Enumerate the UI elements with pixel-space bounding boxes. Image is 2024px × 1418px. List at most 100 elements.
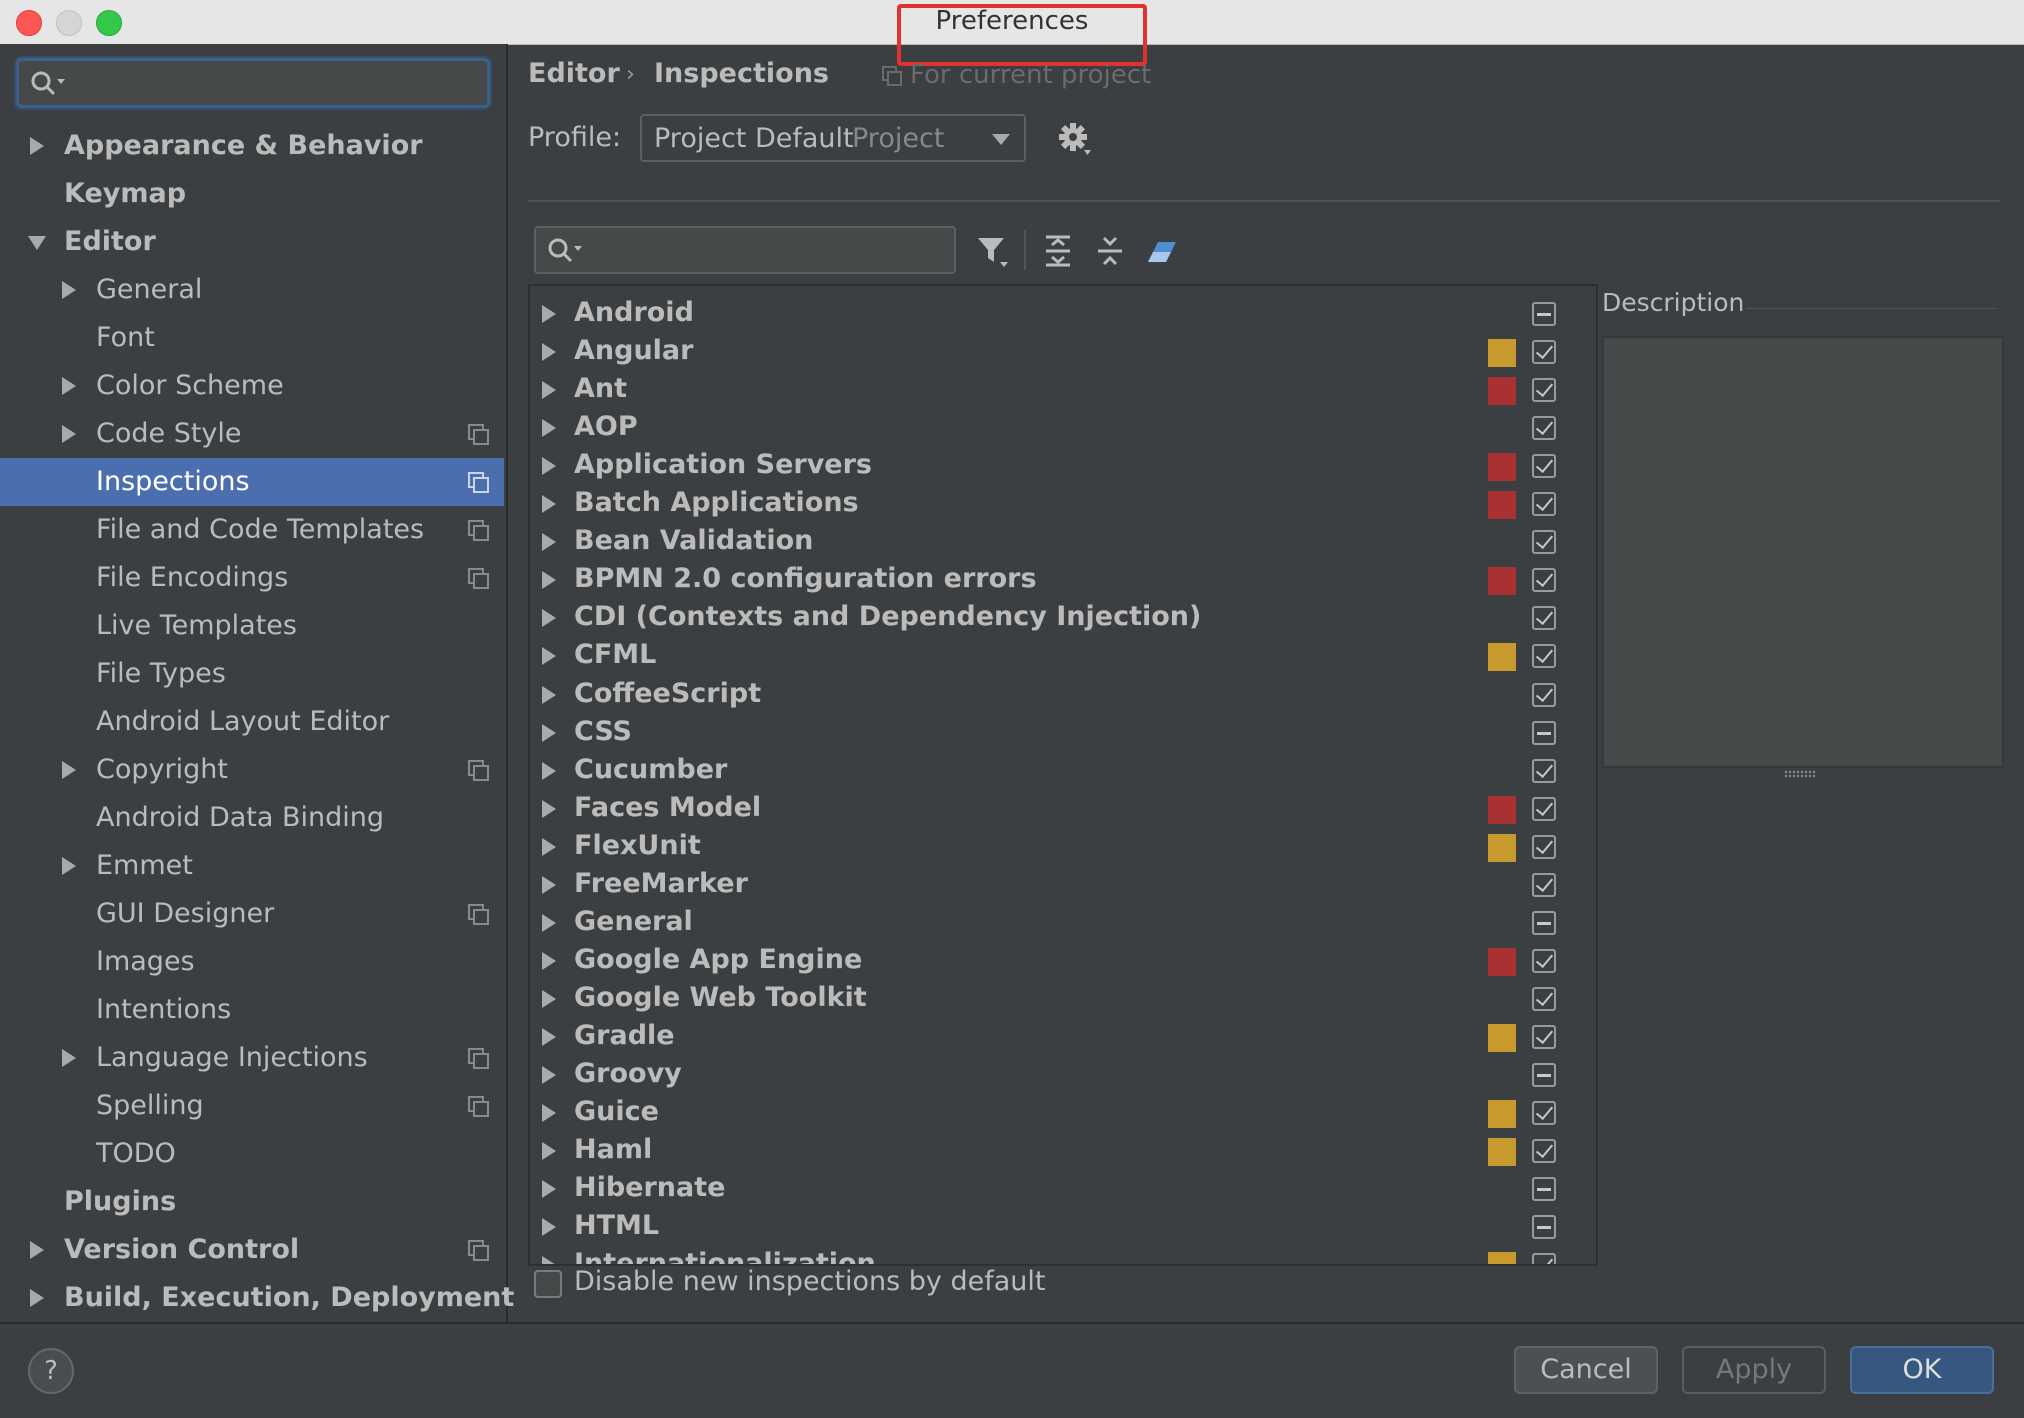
- sidebar-item-android-layout-editor[interactable]: Android Layout Editor: [0, 698, 504, 746]
- sidebar-item-appearance-behavior[interactable]: Appearance & Behavior: [0, 122, 504, 170]
- inspection-row-coffeescript[interactable]: CoffeeScript: [530, 675, 1596, 713]
- sidebar-item-file-types[interactable]: File Types: [0, 650, 504, 698]
- collapsed-arrow-icon[interactable]: [542, 343, 556, 361]
- inspection-enabled-checkbox[interactable]: [1532, 1101, 1556, 1125]
- collapsed-arrow-icon[interactable]: [30, 137, 44, 155]
- sidebar-item-font[interactable]: Font: [0, 314, 504, 362]
- inspection-row-groovy[interactable]: Groovy: [530, 1055, 1596, 1093]
- inspection-row-cfml[interactable]: CFML: [530, 636, 1596, 674]
- collapsed-arrow-icon[interactable]: [542, 686, 556, 704]
- sidebar-item-images[interactable]: Images: [0, 938, 504, 986]
- expand-all-icon[interactable]: [1042, 234, 1074, 268]
- collapsed-arrow-icon[interactable]: [542, 1066, 556, 1084]
- sidebar-item-plugins[interactable]: Plugins: [0, 1178, 504, 1226]
- collapsed-arrow-icon[interactable]: [542, 1104, 556, 1122]
- sidebar-item-language-injections[interactable]: Language Injections: [0, 1034, 504, 1082]
- inspection-enabled-checkbox[interactable]: [1532, 911, 1556, 935]
- collapsed-arrow-icon[interactable]: [542, 419, 556, 437]
- expanded-arrow-icon[interactable]: [28, 236, 46, 250]
- inspection-row-hibernate[interactable]: Hibernate: [530, 1169, 1596, 1207]
- inspection-enabled-checkbox[interactable]: [1532, 1215, 1556, 1239]
- collapsed-arrow-icon[interactable]: [542, 571, 556, 589]
- sidebar-search-input[interactable]: [16, 58, 490, 108]
- inspection-row-aop[interactable]: AOP: [530, 408, 1596, 446]
- inspection-row-angular[interactable]: Angular: [530, 332, 1596, 370]
- resize-grip-icon[interactable]: [1784, 770, 1816, 778]
- collapsed-arrow-icon[interactable]: [62, 1049, 76, 1067]
- collapsed-arrow-icon[interactable]: [542, 990, 556, 1008]
- inspection-enabled-checkbox[interactable]: [1532, 492, 1556, 516]
- collapsed-arrow-icon[interactable]: [542, 1028, 556, 1046]
- inspection-row-guice[interactable]: Guice: [530, 1093, 1596, 1131]
- collapsed-arrow-icon[interactable]: [542, 838, 556, 856]
- inspection-row-freemarker[interactable]: FreeMarker: [530, 865, 1596, 903]
- inspection-enabled-checkbox[interactable]: [1532, 454, 1556, 478]
- collapsed-arrow-icon[interactable]: [62, 281, 76, 299]
- inspection-enabled-checkbox[interactable]: [1532, 1025, 1556, 1049]
- inspection-enabled-checkbox[interactable]: [1532, 949, 1556, 973]
- inspection-row-internationalization[interactable]: Internationalization: [530, 1245, 1596, 1264]
- collapsed-arrow-icon[interactable]: [542, 1180, 556, 1198]
- collapsed-arrow-icon[interactable]: [542, 800, 556, 818]
- collapsed-arrow-icon[interactable]: [542, 1218, 556, 1236]
- inspection-enabled-checkbox[interactable]: [1532, 340, 1556, 364]
- collapsed-arrow-icon[interactable]: [30, 1289, 44, 1307]
- inspection-row-google-web-toolkit[interactable]: Google Web Toolkit: [530, 979, 1596, 1017]
- collapsed-arrow-icon[interactable]: [542, 762, 556, 780]
- inspection-enabled-checkbox[interactable]: [1532, 759, 1556, 783]
- sidebar-item-inspections[interactable]: Inspections: [0, 458, 504, 506]
- collapsed-arrow-icon[interactable]: [542, 381, 556, 399]
- disable-new-inspections-label[interactable]: Disable new inspections by default: [574, 1266, 1045, 1297]
- sidebar-item-emmet[interactable]: Emmet: [0, 842, 504, 890]
- inspection-row-application-servers[interactable]: Application Servers: [530, 446, 1596, 484]
- apply-button[interactable]: Apply: [1682, 1346, 1826, 1394]
- inspection-row-flexunit[interactable]: FlexUnit: [530, 827, 1596, 865]
- collapsed-arrow-icon[interactable]: [542, 952, 556, 970]
- collapsed-arrow-icon[interactable]: [62, 761, 76, 779]
- sidebar-item-code-style[interactable]: Code Style: [0, 410, 504, 458]
- inspection-enabled-checkbox[interactable]: [1532, 1063, 1556, 1087]
- inspection-enabled-checkbox[interactable]: [1532, 416, 1556, 440]
- inspection-enabled-checkbox[interactable]: [1532, 1253, 1556, 1264]
- inspection-row-faces-model[interactable]: Faces Model: [530, 789, 1596, 827]
- sidebar-item-intentions[interactable]: Intentions: [0, 986, 504, 1034]
- disable-new-inspections-checkbox[interactable]: [534, 1270, 562, 1298]
- collapsed-arrow-icon[interactable]: [542, 876, 556, 894]
- sidebar-item-spelling[interactable]: Spelling: [0, 1082, 504, 1130]
- sidebar-item-keymap[interactable]: Keymap: [0, 170, 504, 218]
- collapsed-arrow-icon[interactable]: [542, 457, 556, 475]
- gear-icon[interactable]: [1058, 122, 1092, 158]
- inspection-enabled-checkbox[interactable]: [1532, 378, 1556, 402]
- collapsed-arrow-icon[interactable]: [542, 495, 556, 513]
- inspection-enabled-checkbox[interactable]: [1532, 873, 1556, 897]
- collapsed-arrow-icon[interactable]: [542, 533, 556, 551]
- sidebar-item-build-execution-deployment[interactable]: Build, Execution, Deployment: [0, 1274, 514, 1322]
- sidebar-item-live-templates[interactable]: Live Templates: [0, 602, 504, 650]
- inspection-enabled-checkbox[interactable]: [1532, 987, 1556, 1011]
- sidebar-item-gui-designer[interactable]: GUI Designer: [0, 890, 504, 938]
- collapsed-arrow-icon[interactable]: [542, 1142, 556, 1160]
- inspection-enabled-checkbox[interactable]: [1532, 721, 1556, 745]
- sidebar-item-file-encodings[interactable]: File Encodings: [0, 554, 504, 602]
- inspection-row-android[interactable]: Android: [530, 294, 1596, 332]
- collapsed-arrow-icon[interactable]: [542, 724, 556, 742]
- inspection-enabled-checkbox[interactable]: [1532, 302, 1556, 326]
- collapsed-arrow-icon[interactable]: [542, 609, 556, 627]
- filter-icon[interactable]: [976, 234, 1010, 270]
- sidebar-item-todo[interactable]: TODO: [0, 1130, 504, 1178]
- inspection-enabled-checkbox[interactable]: [1532, 530, 1556, 554]
- collapse-all-icon[interactable]: [1094, 234, 1126, 268]
- sidebar-item-android-data-binding[interactable]: Android Data Binding: [0, 794, 504, 842]
- inspection-enabled-checkbox[interactable]: [1532, 797, 1556, 821]
- inspection-enabled-checkbox[interactable]: [1532, 1177, 1556, 1201]
- inspection-row-google-app-engine[interactable]: Google App Engine: [530, 941, 1596, 979]
- inspection-row-general[interactable]: General: [530, 903, 1596, 941]
- inspection-enabled-checkbox[interactable]: [1532, 606, 1556, 630]
- reset-eraser-icon[interactable]: [1144, 234, 1180, 268]
- help-button[interactable]: ?: [28, 1348, 74, 1394]
- collapsed-arrow-icon[interactable]: [62, 857, 76, 875]
- collapsed-arrow-icon[interactable]: [542, 914, 556, 932]
- inspection-row-html[interactable]: HTML: [530, 1207, 1596, 1245]
- sidebar-item-color-scheme[interactable]: Color Scheme: [0, 362, 504, 410]
- cancel-button[interactable]: Cancel: [1514, 1346, 1658, 1394]
